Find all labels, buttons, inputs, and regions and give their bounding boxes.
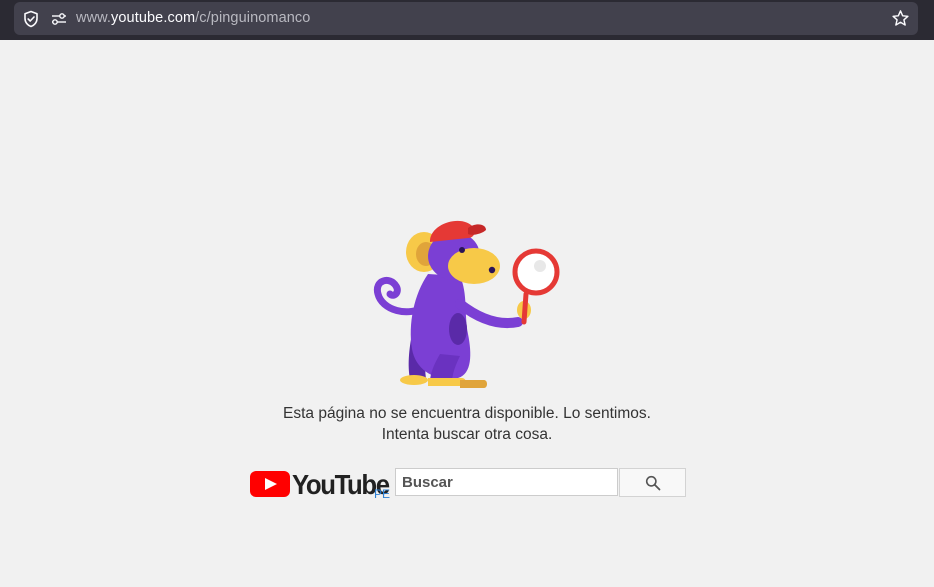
error-line-1: Esta página no se encuentra disponible. … bbox=[283, 405, 651, 422]
permissions-icon[interactable] bbox=[50, 11, 68, 27]
error-line-2: Intenta buscar otra cosa. bbox=[381, 426, 553, 443]
url-path: /c/pinguinomanco bbox=[195, 10, 311, 26]
search-input[interactable] bbox=[395, 468, 618, 496]
youtube-logo[interactable]: YouTube PE bbox=[249, 469, 390, 501]
monkey-magnifier-illustration bbox=[373, 220, 560, 388]
country-code: PE bbox=[374, 487, 391, 501]
url-text[interactable]: www.youtube.com/c/pinguinomanco bbox=[76, 10, 310, 26]
browser-toolbar: www.youtube.com/c/pinguinomanco bbox=[0, 0, 934, 40]
star-icon[interactable] bbox=[891, 9, 910, 28]
search-button[interactable] bbox=[619, 468, 686, 497]
shield-icon[interactable] bbox=[22, 10, 40, 28]
search-icon bbox=[645, 475, 661, 491]
url-prefix: www. bbox=[76, 10, 112, 26]
address-bar[interactable]: www.youtube.com/c/pinguinomanco bbox=[14, 2, 918, 35]
error-message: Esta página no se encuentra disponible. … bbox=[0, 403, 934, 445]
url-host: youtube.com bbox=[111, 10, 196, 26]
